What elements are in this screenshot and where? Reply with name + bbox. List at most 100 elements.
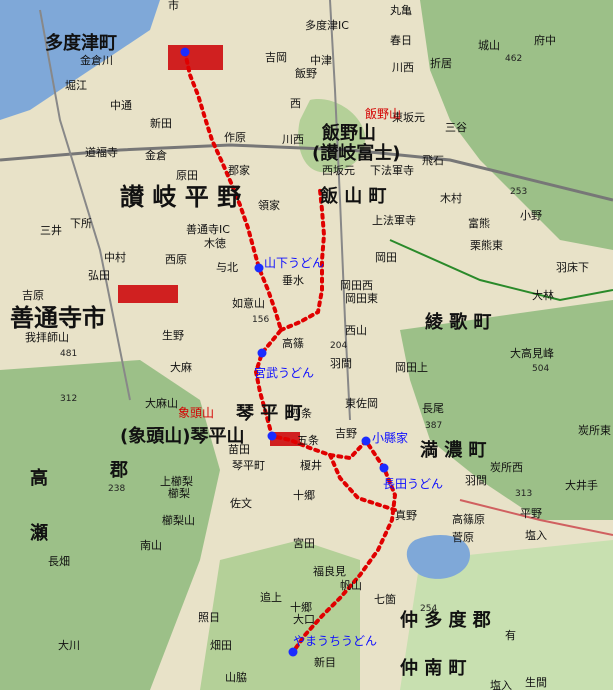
elevation-label: 238 [108, 484, 126, 494]
place-label: 新田 [150, 117, 172, 130]
elevation-label: 313 [515, 489, 533, 499]
place-label: 与北 [216, 261, 238, 274]
place-label: 大麻山 [145, 397, 178, 410]
marker-kogane[interactable] [361, 436, 371, 446]
place-label: 大林 [532, 289, 554, 302]
place-label: 栗熊東 [470, 239, 503, 252]
place-label: 善通寺IC [186, 223, 230, 236]
place-label: 羽間 [465, 474, 487, 487]
place-label: 多度津IC [305, 19, 349, 32]
udon-label-kogane: 小縣家 [372, 431, 409, 445]
place-label: 高篠 [282, 337, 304, 350]
elevation-label: 156 [252, 315, 270, 325]
place-label: 長尾 [422, 402, 444, 415]
place-label: 琴平町 [232, 459, 265, 472]
region-zentsuji: 善通寺市 [10, 303, 106, 332]
place-label: 我拝師山 [25, 331, 69, 344]
region-tadotsu: 多度津町 [45, 33, 117, 54]
region-kotohira: 琴 平 町 [236, 403, 303, 424]
place-label: 南山 [140, 539, 162, 552]
place-label: 垂水 [282, 274, 304, 287]
place-label: 飛石 [422, 154, 444, 167]
elevation-label: 312 [60, 394, 78, 404]
place-label: 長畑 [48, 555, 70, 568]
place-label: 塩入 [490, 679, 512, 690]
place-label: 上櫛梨 [160, 475, 193, 488]
place-label: 弘田 [88, 269, 110, 282]
place-label: 有 [505, 629, 516, 642]
place-label: 七箇 [374, 593, 396, 606]
place-label: 追上 [260, 591, 282, 604]
place-label: 西坂元 [322, 164, 355, 177]
map-canvas [0, 0, 613, 690]
place-label: 西原 [165, 253, 187, 266]
place-label: 上法軍寺 [372, 214, 416, 227]
marker-yamaura[interactable] [288, 647, 298, 657]
place-label: 照日 [198, 611, 220, 624]
place-label: 岡田上 [395, 361, 428, 374]
place-label: 春日 [390, 34, 412, 47]
place-label: 炭所西 [490, 461, 523, 474]
place-label: 福良見 [313, 565, 346, 578]
place-label: 富熊 [468, 217, 490, 230]
region-sanuki: 讃 岐 平 野 [120, 182, 242, 211]
place-label: 作原 [224, 131, 246, 144]
place-label: 炭所東 [578, 424, 611, 437]
mountain-iinoyama-name: 飯野山 [322, 123, 376, 144]
place-label: 山脇 [225, 671, 247, 684]
place-label: 畑田 [210, 639, 232, 652]
place-label: 下法軍寺 [370, 164, 414, 177]
place-label: 高篠原 [452, 513, 485, 526]
place-label: 川西 [392, 61, 414, 74]
place-label: 原田 [176, 169, 198, 182]
region-se: 瀬 [30, 523, 48, 544]
place-label: 如意山 [232, 297, 265, 310]
place-label: 郡家 [228, 164, 250, 177]
mountain-sanuki-fuji: (讃岐富士) [312, 143, 401, 164]
elevation-label: 504 [532, 364, 550, 374]
udon-label-nagata: 長田うどん [383, 477, 444, 491]
place-label: 三井 [40, 224, 62, 237]
place-label: 帆山 [340, 579, 362, 592]
place-label: 西 [290, 97, 301, 110]
place-label: 折居 [430, 57, 452, 70]
marker-start[interactable] [180, 47, 190, 57]
place-label: 十郷 [290, 601, 312, 614]
marker-kotohira-st[interactable] [267, 431, 277, 441]
elevation-label: 462 [505, 54, 523, 64]
region-nakatado: 仲 多 度 郡 [400, 610, 491, 631]
place-label: 吉岡 [265, 51, 287, 64]
place-label: 領家 [258, 199, 280, 212]
place-label: 大口 [293, 613, 315, 626]
place-label: 十郷 [293, 489, 315, 502]
urban-tadotsu [168, 45, 223, 70]
place-label: 羽床下 [556, 261, 589, 274]
place-label: 宮田 [293, 537, 315, 550]
place-label: 生間 [525, 676, 547, 689]
place-label: 小野 [520, 209, 542, 222]
place-label: 大麻 [170, 361, 192, 374]
poi-iinoyama: 飯野山 [365, 107, 402, 121]
place-label: 櫛梨 [168, 487, 190, 500]
place-label: 川西 [282, 133, 304, 146]
place-label: 吉原 [22, 289, 44, 302]
marker-miyatake[interactable] [257, 348, 267, 358]
place-label: 道福寺 [85, 146, 118, 159]
place-label: 中村 [104, 251, 126, 264]
place-label: 平野 [520, 507, 542, 520]
marker-nagata[interactable] [379, 463, 389, 473]
place-label: 真野 [395, 509, 417, 522]
place-label: 榎井 [300, 459, 322, 472]
place-label: 三谷 [445, 121, 467, 134]
region-nakaminami: 仲 南 町 [400, 658, 467, 679]
marker-yamashita[interactable] [254, 263, 264, 273]
elevation-label: 253 [510, 187, 528, 197]
place-label: 市 [168, 0, 179, 12]
place-label: 府中 [534, 34, 556, 47]
place-label: 大井手 [565, 479, 598, 492]
place-label: 岡田 [375, 251, 397, 264]
place-label: 佐文 [230, 497, 252, 510]
elevation-label: 204 [330, 341, 348, 351]
poi-zozuzan: 象頭山 [178, 406, 215, 420]
place-label: 生野 [162, 329, 184, 342]
